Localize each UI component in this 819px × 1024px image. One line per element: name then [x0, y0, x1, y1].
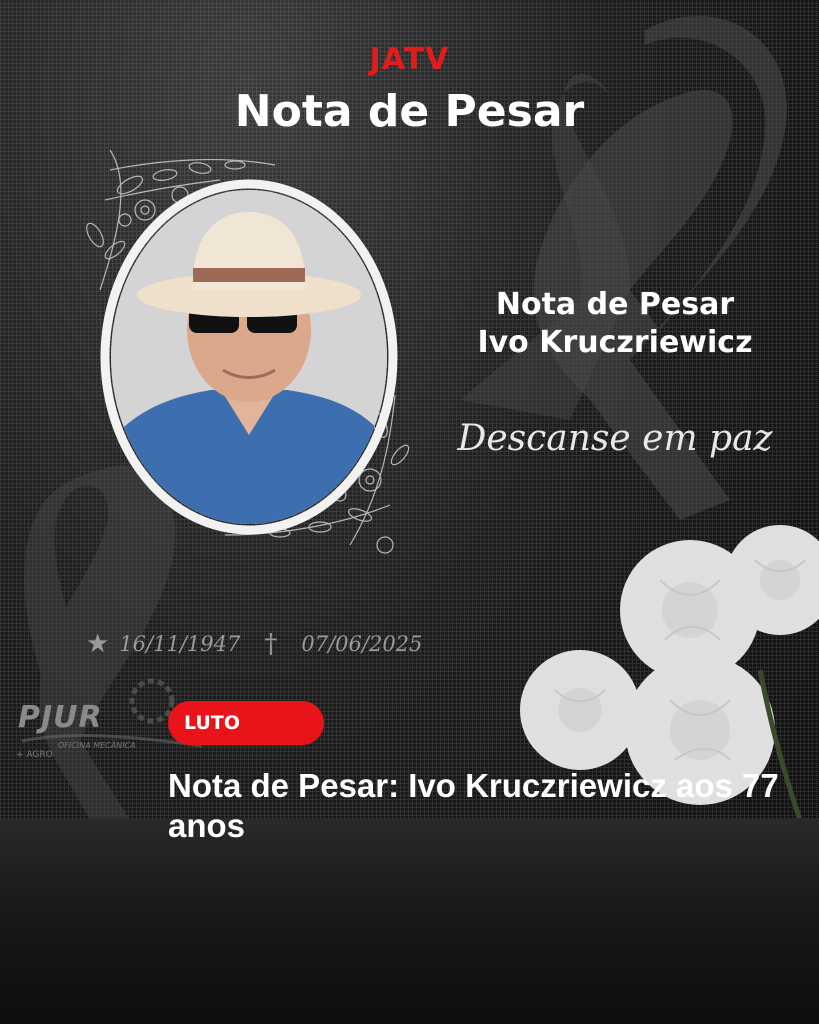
article-footer: [0, 818, 819, 1024]
brand-name: JATV: [369, 42, 450, 77]
page-title: Nota de Pesar: [234, 86, 585, 137]
article-title[interactable]: Nota de Pesar: Ivo Kruczriewicz aos 77 a…: [168, 766, 788, 846]
life-dates: ★ 16/11/1947 † 07/06/2025: [86, 626, 422, 662]
memorial-name-block: Nota de Pesar Ivo Kruczriewicz: [430, 286, 800, 362]
portrait-oval-frame: [100, 179, 398, 535]
deceased-name: Ivo Kruczriewicz: [477, 325, 753, 360]
sponsor-subtitle-agro: + AGRO: [16, 750, 53, 760]
category-badge[interactable]: LUTO: [168, 701, 324, 745]
memorial-title: Nota de Pesar: [495, 287, 735, 322]
birth-date: 16/11/1947: [119, 632, 241, 656]
death-date: 07/06/2025: [301, 632, 423, 656]
rest-in-peace-message: Descanse em paz: [457, 418, 773, 459]
cross-icon: †: [264, 629, 278, 659]
sponsor-subtitle: OFICINA MECÂNICA: [58, 741, 136, 750]
star-icon: ★: [86, 629, 110, 659]
sponsor-logo-text: PJUR: [18, 700, 103, 735]
